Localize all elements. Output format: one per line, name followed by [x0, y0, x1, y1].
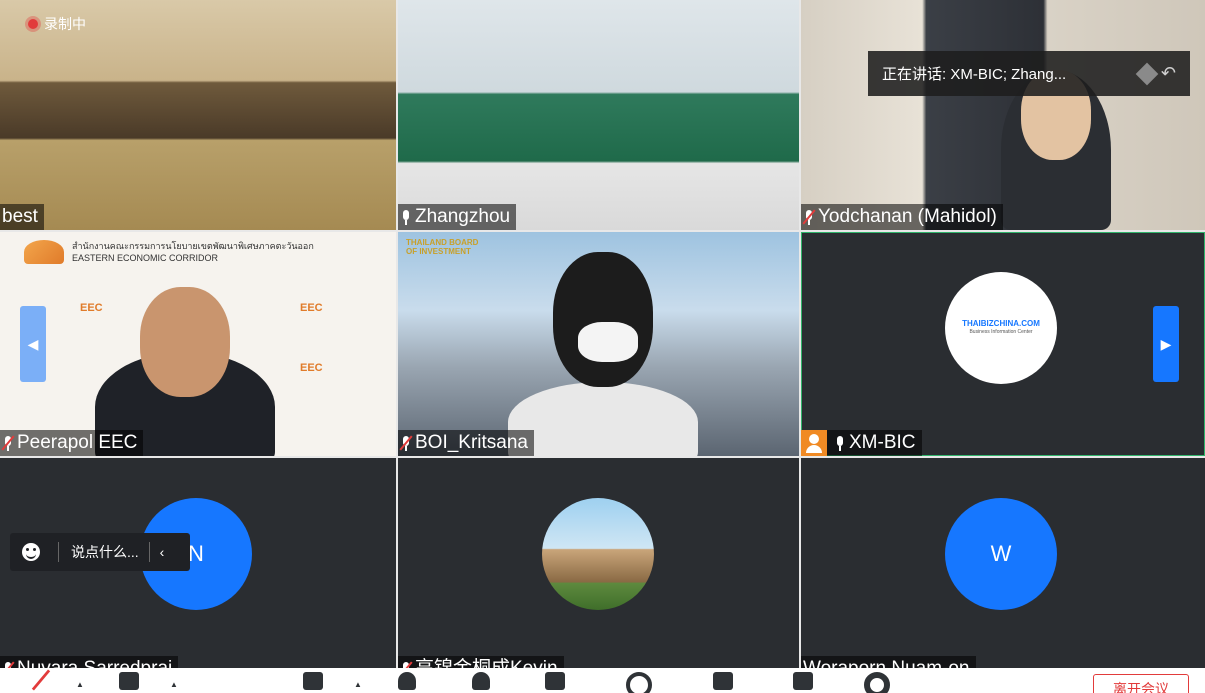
chevron-up-icon[interactable]: ▲	[354, 680, 362, 689]
participant-name-tag: BOI_Kritsana	[398, 430, 534, 456]
person-figure	[508, 382, 698, 456]
camera-icon	[119, 672, 139, 690]
video-feed	[398, 0, 799, 230]
participant-name: Peerapol EEC	[17, 432, 138, 453]
participant-name: Woraporn Nuam-on	[803, 656, 970, 668]
raise-hand-button[interactable]	[710, 672, 736, 693]
participant-name-tag: XM-BIC	[801, 430, 922, 456]
divider	[58, 542, 59, 562]
apps-icon	[793, 672, 813, 690]
logo-main-text: THAIBIZCHINA.COM	[962, 319, 1040, 328]
mic-muted-icon	[1, 661, 15, 668]
participants-button[interactable]	[468, 672, 494, 693]
chevron-up-icon[interactable]: ▲	[170, 680, 178, 689]
recording-indicator: 录制中	[28, 14, 86, 34]
mic-muted-icon	[399, 435, 413, 451]
eec-logo	[24, 240, 64, 264]
chat-icon	[545, 672, 565, 690]
avatar: W	[945, 498, 1057, 610]
chevron-up-icon[interactable]: ▲	[76, 680, 84, 689]
record-icon	[626, 672, 652, 693]
participant-name-tag: Yodchanan (Mahidol)	[801, 204, 1003, 230]
video-tile-xm-bic[interactable]: THAIBIZCHINA.COM Business Information Ce…	[801, 232, 1205, 456]
chat-button[interactable]	[542, 672, 568, 693]
mute-button[interactable]	[28, 669, 54, 693]
video-tile-yodchanan[interactable]: Yodchanan (Mahidol)	[801, 0, 1205, 230]
invite-button[interactable]	[394, 672, 420, 693]
share-icon	[303, 672, 323, 690]
participant-name-tag: best	[0, 204, 44, 230]
participant-name: BOI_Kritsana	[415, 432, 528, 453]
video-tile-best[interactable]: 录制中 best	[0, 0, 396, 230]
active-speaker-banner: 正在讲话: XM-BIC; Zhang... ↶	[868, 51, 1190, 96]
participant-name-tag: 高锦金桐成Kevin	[398, 656, 564, 668]
leave-meeting-label: 离开会议	[1113, 681, 1169, 693]
leave-meeting-button[interactable]: 离开会议	[1093, 674, 1189, 693]
video-tile-peerapol[interactable]: สำนักงานคณะกรรมการนโยบายเขตพัฒนาพิเศษภาค…	[0, 232, 396, 456]
participant-name-tag: Woraporn Nuam-on	[801, 656, 976, 668]
person-face	[553, 252, 653, 387]
video-tile-boi[interactable]: THAILAND BOARD OF INVESTMENT BOI_Kritsan…	[398, 232, 799, 456]
video-tile-zhangzhou[interactable]: Zhangzhou	[398, 0, 799, 230]
add-user-icon	[398, 672, 416, 690]
participant-name: Yodchanan (Mahidol)	[818, 206, 997, 227]
mic-muted-icon	[1, 435, 15, 451]
active-speaker-text: 正在讲话: XM-BIC; Zhang...	[882, 66, 1067, 83]
participant-name: Zhangzhou	[415, 206, 511, 227]
video-tile-kevin[interactable]: 高锦金桐成Kevin	[398, 458, 799, 668]
video-tile-woraporn[interactable]: W Woraporn Nuam-on	[801, 458, 1205, 668]
record-button[interactable]	[626, 672, 652, 693]
eec-thai-title: สำนักงานคณะกรรมการนโยบายเขตพัฒนาพิเศษภาค…	[72, 241, 314, 251]
participant-name-tag: Nuvara Sarredpraj	[0, 656, 179, 668]
avatar	[542, 498, 654, 610]
participant-name-tag: Zhangzhou	[398, 204, 517, 230]
avatar-initial: W	[990, 541, 1012, 566]
gear-icon	[864, 672, 890, 693]
hand-icon	[713, 672, 733, 690]
logo-sub-text: Business Information Center	[969, 329, 1033, 335]
collapse-icon[interactable]: ↶	[1161, 63, 1176, 84]
mic-muted-icon	[31, 669, 51, 692]
mic-icon	[834, 435, 846, 451]
eec-watermark: EEC	[300, 362, 323, 374]
chevron-left-icon[interactable]: ‹	[160, 544, 165, 560]
boi-logo: THAILAND BOARD OF INVESTMENT	[406, 238, 479, 256]
participants-icon	[472, 672, 490, 690]
host-icon	[801, 430, 827, 456]
meeting-toolbar: ▲ ▲ ▲	[0, 668, 1205, 693]
participant-name-tag: Peerapol EEC	[0, 430, 144, 456]
layout-icon[interactable]	[1135, 62, 1159, 85]
eec-english-title: EASTERN ECONOMIC CORRIDOR	[72, 253, 219, 263]
prev-page-button[interactable]: ◀	[20, 306, 46, 382]
share-button[interactable]	[300, 672, 326, 693]
avatar: THAIBIZCHINA.COM Business Information Ce…	[945, 272, 1057, 384]
face-mask	[578, 322, 638, 362]
recording-label: 录制中	[44, 16, 86, 32]
participant-name: XM-BIC	[849, 432, 916, 453]
chat-input-pill[interactable]: 说点什么... ‹	[10, 533, 190, 571]
avatar-initial: N	[188, 541, 204, 566]
record-icon	[28, 19, 38, 29]
apps-button[interactable]	[790, 672, 816, 693]
mic-icon	[400, 209, 412, 225]
video-button[interactable]	[116, 672, 142, 693]
eec-watermark: EEC	[80, 302, 103, 314]
next-page-button[interactable]: ▶	[1153, 306, 1179, 382]
mic-muted-icon	[802, 209, 816, 225]
participant-name: Nuvara Sarredpraj	[17, 656, 172, 668]
divider	[148, 542, 150, 562]
settings-button[interactable]	[864, 672, 890, 693]
eec-watermark: EEC	[300, 302, 323, 314]
mic-muted-icon	[399, 661, 413, 668]
participant-name: best	[2, 206, 38, 227]
chat-placeholder[interactable]: 说点什么...	[71, 542, 139, 562]
eec-banner: สำนักงานคณะกรรมการนโยบายเขตพัฒนาพิเศษภาค…	[24, 238, 396, 266]
person-face	[140, 287, 230, 397]
participant-name: 高锦金桐成Kevin	[415, 656, 558, 668]
emoji-icon[interactable]	[22, 543, 40, 561]
video-feed	[0, 0, 396, 230]
